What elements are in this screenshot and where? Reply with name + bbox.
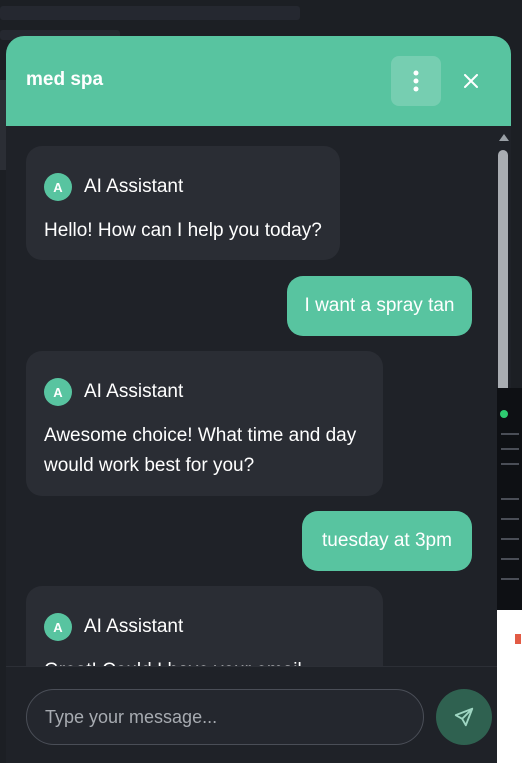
sender-name: AI Assistant [84,616,184,637]
assistant-header: A AI Assistant [44,173,183,201]
status-dot [500,410,508,418]
divider [501,433,519,435]
background-icon [515,634,521,644]
chevron-up-icon[interactable] [499,134,509,141]
sender-name: AI Assistant [84,381,184,402]
send-icon [454,707,474,727]
avatar: A [44,613,72,641]
background-bar [0,6,300,20]
message-text: Great! Could I have your email... [44,656,369,666]
message-text: Hello! How can I help you today? [44,220,322,241]
divider [501,463,519,465]
send-button[interactable] [436,689,492,745]
divider [501,578,519,580]
more-vertical-icon [413,70,419,92]
message-text: Awesome choice! What time and day would … [44,425,357,476]
assistant-header: A AI Assistant [44,613,183,641]
divider [501,538,519,540]
user-message: tuesday at 3pm [302,511,472,571]
assistant-message: A AI Assistant Hello! How can I help you… [26,146,340,260]
assistant-message: A AI Assistant Great! Could I have your … [26,586,383,666]
message-list: A AI Assistant Hello! How can I help you… [6,126,496,666]
sender-name: AI Assistant [84,176,184,197]
chat-title: med spa [26,69,104,90]
chat-header: med spa [6,36,511,126]
divider [501,448,519,450]
composer [6,666,511,763]
divider [501,518,519,520]
chat-widget: med spa A AI Assistant Hello! How can I … [6,36,511,763]
user-message: I want a spray tan [287,276,472,336]
divider [501,498,519,500]
avatar: A [44,378,72,406]
assistant-message: A AI Assistant Awesome choice! What time… [26,351,383,496]
message-input[interactable] [26,689,424,745]
background-panel [497,388,522,610]
close-button[interactable] [451,61,491,101]
close-icon [464,74,478,88]
avatar: A [44,173,72,201]
divider [501,558,519,560]
menu-button[interactable] [391,56,441,106]
assistant-header: A AI Assistant [44,378,183,406]
background-window-edge [497,388,522,763]
